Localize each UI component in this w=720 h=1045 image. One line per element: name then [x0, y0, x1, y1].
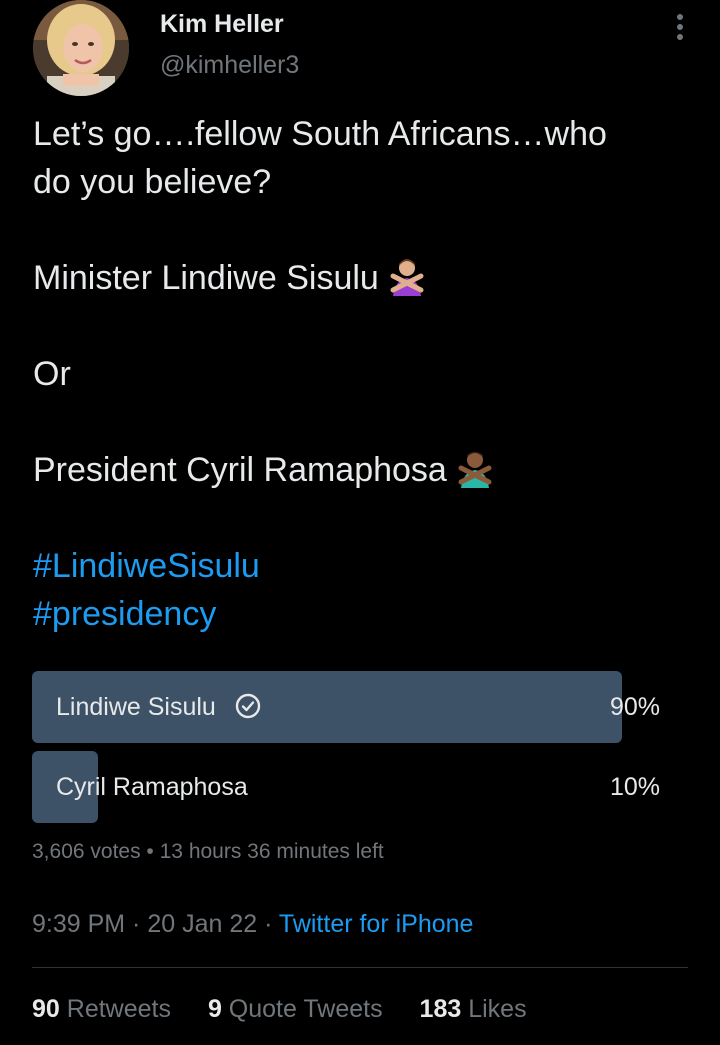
tweet-option-a-line: Minister Lindiwe Sisulu	[33, 254, 693, 302]
more-vertical-icon[interactable]	[668, 14, 692, 48]
poll-option-label-wrap: Lindiwe Sisulu	[56, 671, 261, 743]
person-gesturing-no-icon	[458, 451, 492, 489]
person-gesturing-no-icon	[390, 259, 424, 297]
poll-separator: •	[140, 840, 160, 863]
likes-count: 183	[419, 995, 462, 1023]
poll-option-label: Lindiwe Sisulu	[56, 693, 216, 721]
timestamp-separator: ·	[125, 910, 148, 938]
poll-option: Lindiwe Sisulu 90%	[32, 671, 688, 743]
poll: Lindiwe Sisulu 90% Cyril Ramaphosa 10%	[32, 671, 688, 831]
tweet-header: Kim Heller @kimheller3	[0, 0, 720, 110]
check-circle-icon	[235, 694, 260, 719]
tweet-source-link[interactable]: Twitter for iPhone	[279, 910, 474, 938]
poll-option: Cyril Ramaphosa 10%	[32, 751, 688, 823]
tweet-date[interactable]: 20 Jan 22	[147, 910, 257, 938]
divider	[32, 967, 688, 968]
tweet-time[interactable]: 9:39 PM	[32, 910, 125, 938]
tweet-line: do you believe?	[33, 163, 272, 201]
tweet-option-b-line: President Cyril Ramaphosa	[33, 446, 693, 494]
retweets-label: Retweets	[59, 995, 171, 1023]
likes-stat[interactable]: 183 Likes	[420, 995, 527, 1024]
tweet-line: Let’s go….fellow South Africans…who	[33, 115, 607, 153]
tweet-option-b: President Cyril Ramaphosa	[33, 451, 447, 489]
tweet-stats: 90 Retweets 9 Quote Tweets 183 Likes	[32, 995, 557, 1024]
poll-votes: 3,606 votes	[32, 840, 141, 863]
author-handle[interactable]: @kimheller3	[160, 51, 299, 80]
tweet-connector: Or	[33, 355, 71, 393]
poll-option-percent: 10%	[609, 773, 660, 801]
avatar[interactable]	[33, 0, 129, 96]
quote-tweets-label: Quote Tweets	[221, 995, 383, 1023]
tweet-timestamp: 9:39 PM · 20 Jan 22 · Twitter for iPhone	[32, 910, 473, 939]
retweets-stat[interactable]: 90 Retweets	[32, 995, 171, 1024]
tweet-option-a: Minister Lindiwe Sisulu	[33, 259, 379, 297]
tweet-body: Let’s go….fellow South Africans…who do y…	[33, 110, 693, 638]
poll-option-label-wrap: Cyril Ramaphosa	[56, 751, 248, 823]
avatar-image	[33, 0, 129, 96]
poll-time-left: 13 hours 36 minutes left	[159, 840, 384, 863]
poll-option-percent: 90%	[609, 693, 660, 721]
quote-tweets-stat[interactable]: 9 Quote Tweets	[208, 995, 383, 1024]
quote-tweets-count: 9	[207, 995, 222, 1023]
author-name[interactable]: Kim Heller	[160, 10, 284, 39]
poll-meta: 3,606 votes • 13 hours 36 minutes left	[32, 840, 384, 864]
likes-label: Likes	[461, 995, 527, 1023]
poll-option-label: Cyril Ramaphosa	[56, 773, 248, 801]
hashtag-link[interactable]: #presidency	[33, 590, 693, 638]
timestamp-separator: ·	[257, 910, 279, 938]
hashtag-link[interactable]: #LindiweSisulu	[33, 542, 693, 590]
retweets-count: 90	[32, 995, 60, 1023]
